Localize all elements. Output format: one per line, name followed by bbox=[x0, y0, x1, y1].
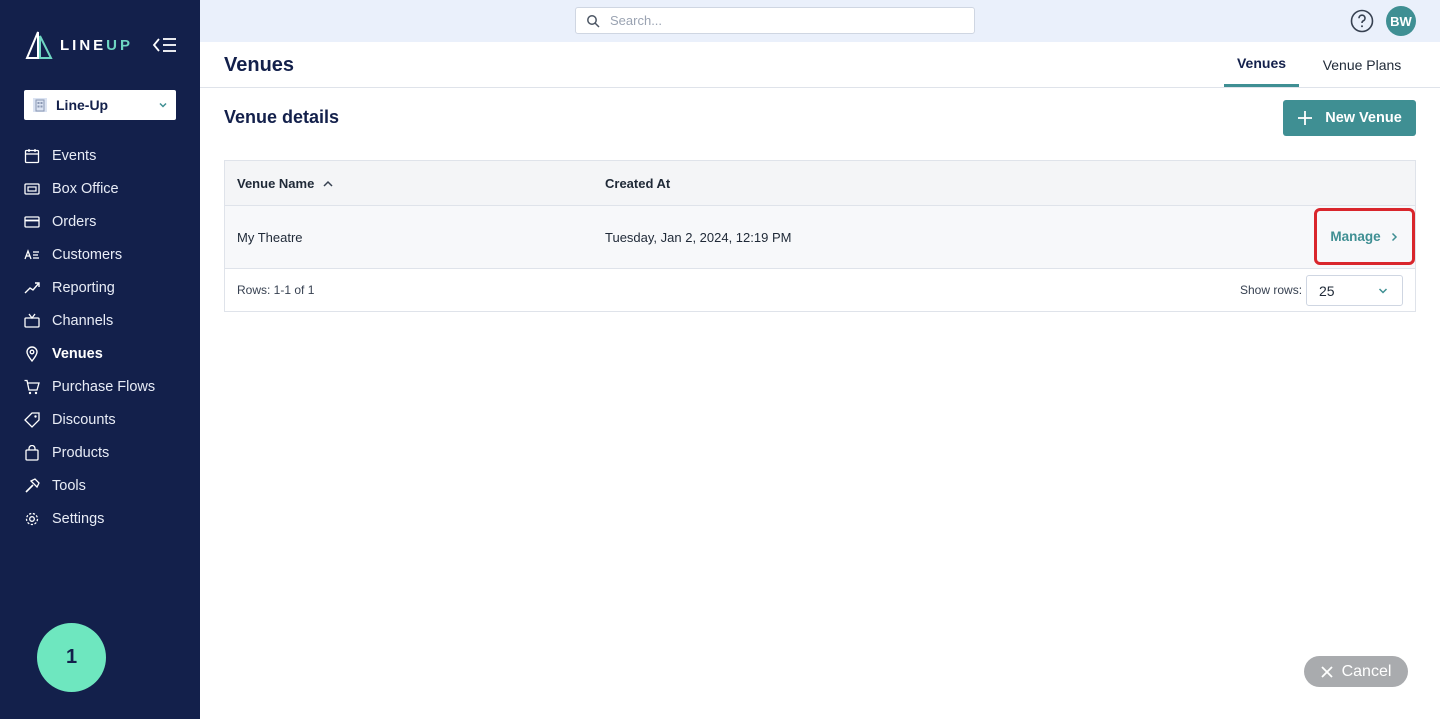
sidebar-item-label: Customers bbox=[52, 246, 123, 263]
sidebar-item-purchase-flows[interactable]: Purchase Flows bbox=[0, 370, 200, 403]
cart-icon bbox=[24, 379, 40, 394]
sidebar-item-discounts[interactable]: Discounts bbox=[0, 403, 200, 436]
gear-icon bbox=[25, 512, 39, 525]
sidebar-item-label: Purchase Flows bbox=[52, 378, 156, 395]
chart-line-icon bbox=[24, 281, 40, 293]
rows-info: Rows: 1-1 of 1 bbox=[237, 283, 315, 297]
search-box bbox=[575, 7, 975, 34]
search-input[interactable] bbox=[610, 13, 950, 28]
collapse-sidebar-icon[interactable] bbox=[152, 35, 178, 55]
sidebar-item-products[interactable]: Products bbox=[0, 436, 200, 469]
sidebar-item-channels[interactable]: Channels bbox=[0, 304, 200, 337]
tab-venues[interactable]: Venues bbox=[1224, 42, 1299, 87]
venues-table: Venue Name Created At My Theatre Tuesday… bbox=[224, 160, 1416, 312]
table-footer: Rows: 1-1 of 1 Show rows: 25 bbox=[225, 269, 1415, 311]
sidebar-item-label: Events bbox=[52, 147, 97, 164]
search-icon bbox=[587, 14, 600, 28]
help-icon[interactable] bbox=[1350, 9, 1374, 33]
show-rows-label: Show rows: bbox=[1240, 283, 1303, 297]
organization-name: Line-Up bbox=[56, 97, 109, 113]
column-header-created-at: Created At bbox=[605, 176, 671, 191]
lineup-logo[interactable]: LINEUP bbox=[24, 30, 133, 60]
sidebar: LINEUP Line-Up Events Box Office Orders … bbox=[0, 0, 200, 719]
sidebar-item-venues[interactable]: Venues bbox=[0, 337, 200, 370]
chevron-right-icon bbox=[1391, 232, 1397, 241]
table-header: Venue Name Created At bbox=[225, 161, 1415, 206]
hammer-icon bbox=[25, 477, 40, 493]
sidebar-item-reporting[interactable]: Reporting bbox=[0, 271, 200, 304]
rows-per-page-value: 25 bbox=[1319, 282, 1335, 299]
step-badge: 1 bbox=[37, 623, 106, 692]
sidebar-item-tools[interactable]: Tools bbox=[0, 469, 200, 502]
sidebar-item-box-office[interactable]: Box Office bbox=[0, 172, 200, 205]
manage-label: Manage bbox=[1330, 229, 1381, 244]
calendar-icon bbox=[24, 148, 40, 163]
sidebar-item-orders[interactable]: Orders bbox=[0, 205, 200, 238]
rows-per-page-select[interactable]: 25 bbox=[1306, 275, 1403, 306]
tag-icon bbox=[24, 411, 40, 428]
logo-sail-icon bbox=[25, 31, 53, 59]
new-venue-button[interactable]: New Venue bbox=[1283, 100, 1416, 136]
page-header: Venues Venues Venue Plans bbox=[200, 42, 1440, 88]
sidebar-item-customers[interactable]: Customers bbox=[0, 238, 200, 271]
new-venue-label: New Venue bbox=[1325, 110, 1402, 126]
cancel-label: Cancel bbox=[1341, 662, 1392, 680]
sidebar-item-label: Settings bbox=[52, 510, 105, 527]
manage-button[interactable]: Manage bbox=[1314, 208, 1415, 265]
contact-card-icon bbox=[24, 248, 39, 259]
plus-icon bbox=[1298, 111, 1313, 125]
sidebar-item-label: Channels bbox=[52, 312, 114, 329]
page-title: Venues bbox=[224, 54, 295, 76]
shopping-bag-icon bbox=[25, 444, 39, 461]
sidebar-item-label: Orders bbox=[52, 213, 97, 230]
building-icon bbox=[33, 98, 47, 112]
close-icon bbox=[1320, 665, 1333, 678]
top-bar: BW bbox=[200, 0, 1440, 42]
credit-card-icon bbox=[24, 215, 40, 228]
sidebar-item-events[interactable]: Events bbox=[0, 139, 200, 172]
sidebar-item-label: Discounts bbox=[52, 411, 116, 428]
sidebar-item-label: Box Office bbox=[52, 180, 119, 197]
table-row: My Theatre Tuesday, Jan 2, 2024, 12:19 P… bbox=[225, 206, 1415, 269]
sidebar-item-label: Products bbox=[52, 444, 110, 461]
venue-name-cell: My Theatre bbox=[237, 230, 303, 245]
sort-ascending-icon bbox=[323, 180, 333, 187]
chevron-down-icon bbox=[159, 102, 167, 108]
user-avatar[interactable]: BW bbox=[1386, 6, 1416, 36]
logo-text: LINEUP bbox=[60, 36, 134, 54]
sidebar-item-label: Reporting bbox=[52, 279, 115, 296]
chevron-down-icon bbox=[1378, 288, 1388, 294]
sidebar-item-label: Tools bbox=[52, 477, 86, 494]
organization-select[interactable]: Line-Up bbox=[24, 90, 176, 120]
map-pin-icon bbox=[26, 345, 38, 362]
tv-icon bbox=[24, 313, 40, 328]
sidebar-nav: Events Box Office Orders Customers Repor… bbox=[0, 139, 200, 535]
sidebar-item-label: Venues bbox=[52, 345, 103, 362]
column-header-venue-name[interactable]: Venue Name bbox=[237, 161, 334, 206]
cancel-button[interactable]: Cancel bbox=[1304, 656, 1408, 687]
section-title: Venue details bbox=[224, 107, 340, 127]
ticket-icon bbox=[24, 182, 40, 195]
sidebar-item-settings[interactable]: Settings bbox=[0, 502, 200, 535]
tab-venue-plans[interactable]: Venue Plans bbox=[1315, 42, 1409, 87]
created-at-cell: Tuesday, Jan 2, 2024, 12:19 PM bbox=[605, 230, 792, 245]
